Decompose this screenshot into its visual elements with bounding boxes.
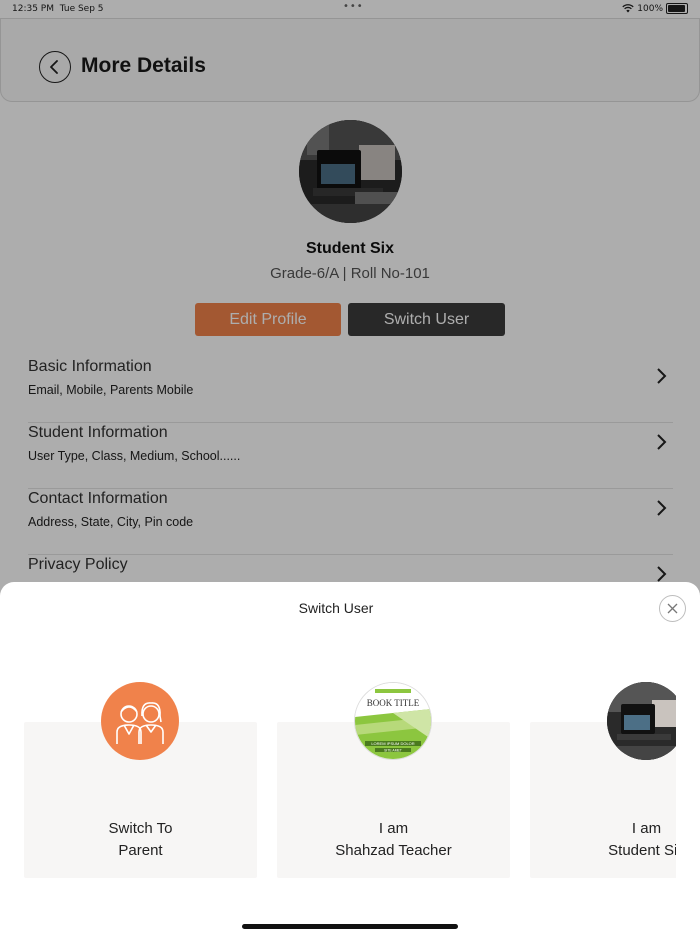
card-label: I amStudent Six bbox=[608, 820, 676, 859]
student-avatar bbox=[607, 682, 676, 760]
close-icon bbox=[667, 603, 678, 614]
teacher-avatar: BOOK TITLE LOREM IPSUM DOLOR SITE AMET bbox=[354, 682, 432, 760]
card-label: Switch To Parent bbox=[108, 820, 173, 859]
user-cards-carousel[interactable]: Switch To Parent I am Shahzad Teacher BO… bbox=[0, 682, 676, 882]
book-cover-line: SITE AMET bbox=[384, 748, 402, 752]
parent-avatar-icon bbox=[101, 682, 179, 760]
close-button[interactable] bbox=[659, 595, 686, 622]
book-cover-line: LOREM IPSUM DOLOR bbox=[371, 741, 414, 746]
book-cover-title: BOOK TITLE bbox=[367, 698, 420, 708]
home-indicator[interactable] bbox=[242, 924, 458, 929]
card-label: I am Shahzad Teacher bbox=[335, 820, 452, 859]
sheet-title: Switch User bbox=[298, 600, 374, 616]
switch-user-sheet: Switch User Switch To Parent I am Shahza… bbox=[0, 582, 700, 934]
